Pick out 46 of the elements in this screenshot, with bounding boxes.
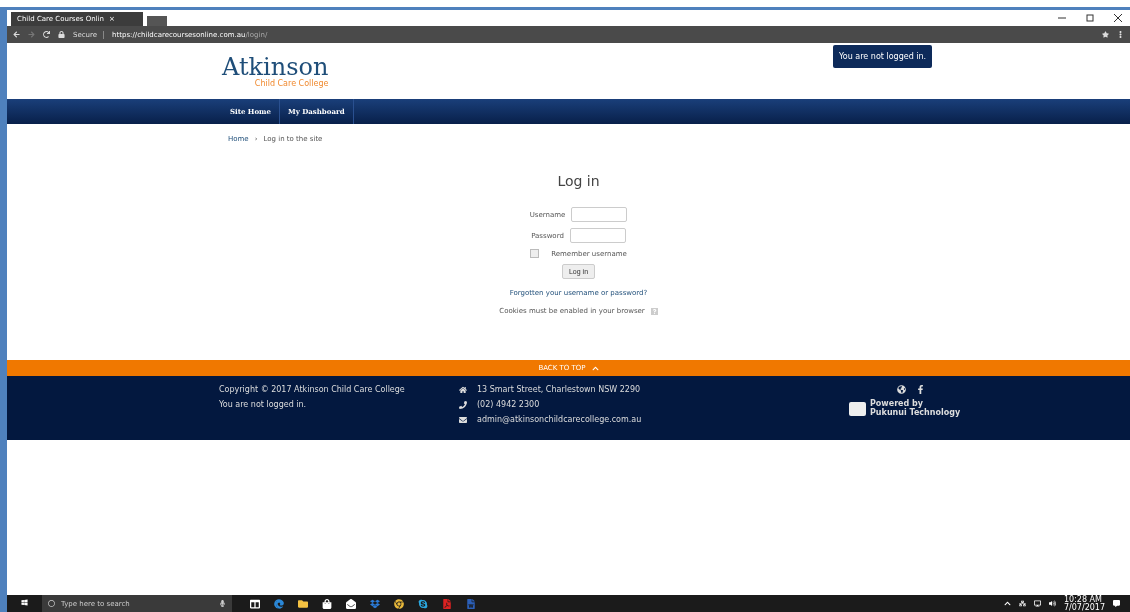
back-arrow-icon	[13, 31, 20, 38]
college-logo[interactable]: Atkinson Child Care College	[222, 54, 329, 88]
close-icon[interactable]	[1114, 14, 1122, 22]
dropbox-icon	[370, 598, 380, 609]
phone-icon	[459, 400, 467, 409]
address-text: 13 Smart Street, Charlestown NSW 2290	[477, 385, 641, 394]
login-status: You are not logged in.	[219, 400, 308, 409]
store-icon	[322, 598, 332, 609]
mail-icon	[346, 598, 356, 609]
restore-icon[interactable]	[1086, 14, 1094, 22]
remember-checkbox[interactable]	[530, 249, 540, 258]
menu-icon	[1117, 31, 1124, 38]
powered-text: Powered by	[870, 400, 923, 408]
network-icon	[1018, 600, 1026, 607]
email-link[interactable]: admin@atkinsonchildcarecollege.com.au	[477, 415, 642, 424]
chevron-up-icon	[591, 364, 599, 372]
minimize-icon[interactable]	[1058, 14, 1066, 22]
facebook-icon[interactable]	[916, 385, 925, 394]
phone-text: (02) 4942 2300	[477, 400, 540, 409]
clock-time: 10:28 AM	[1063, 595, 1102, 604]
notification-icon	[1113, 600, 1120, 607]
clock-date: 7/07/2017	[1063, 603, 1105, 612]
powered-text: Pukunui Technology	[870, 409, 961, 417]
microphone-icon	[219, 600, 226, 607]
page-title: Log in	[557, 173, 600, 189]
star-icon	[1102, 31, 1109, 38]
help-icon[interactable]	[650, 307, 658, 315]
skype-icon	[418, 598, 428, 609]
password-field[interactable]	[569, 228, 626, 243]
lock-icon	[58, 31, 65, 38]
login-notice: You are not logged in.	[833, 45, 933, 68]
folder-icon	[298, 598, 308, 609]
forward-arrow-icon	[28, 31, 35, 38]
pdf-icon	[442, 598, 452, 609]
edge-icon	[274, 598, 284, 609]
envelope-icon	[459, 415, 467, 424]
monitor-icon	[1033, 600, 1041, 607]
caret-icon	[1003, 600, 1011, 607]
globe-icon[interactable]	[897, 385, 906, 394]
volume-icon	[1048, 600, 1056, 607]
task-view-icon	[250, 598, 260, 609]
reload-icon	[43, 31, 50, 38]
home-icon	[459, 385, 467, 394]
windows-start-icon	[21, 599, 28, 606]
username-field[interactable]	[571, 207, 628, 222]
copyright-text: Copyright © 2017 Atkinson Child Care College	[219, 385, 406, 394]
